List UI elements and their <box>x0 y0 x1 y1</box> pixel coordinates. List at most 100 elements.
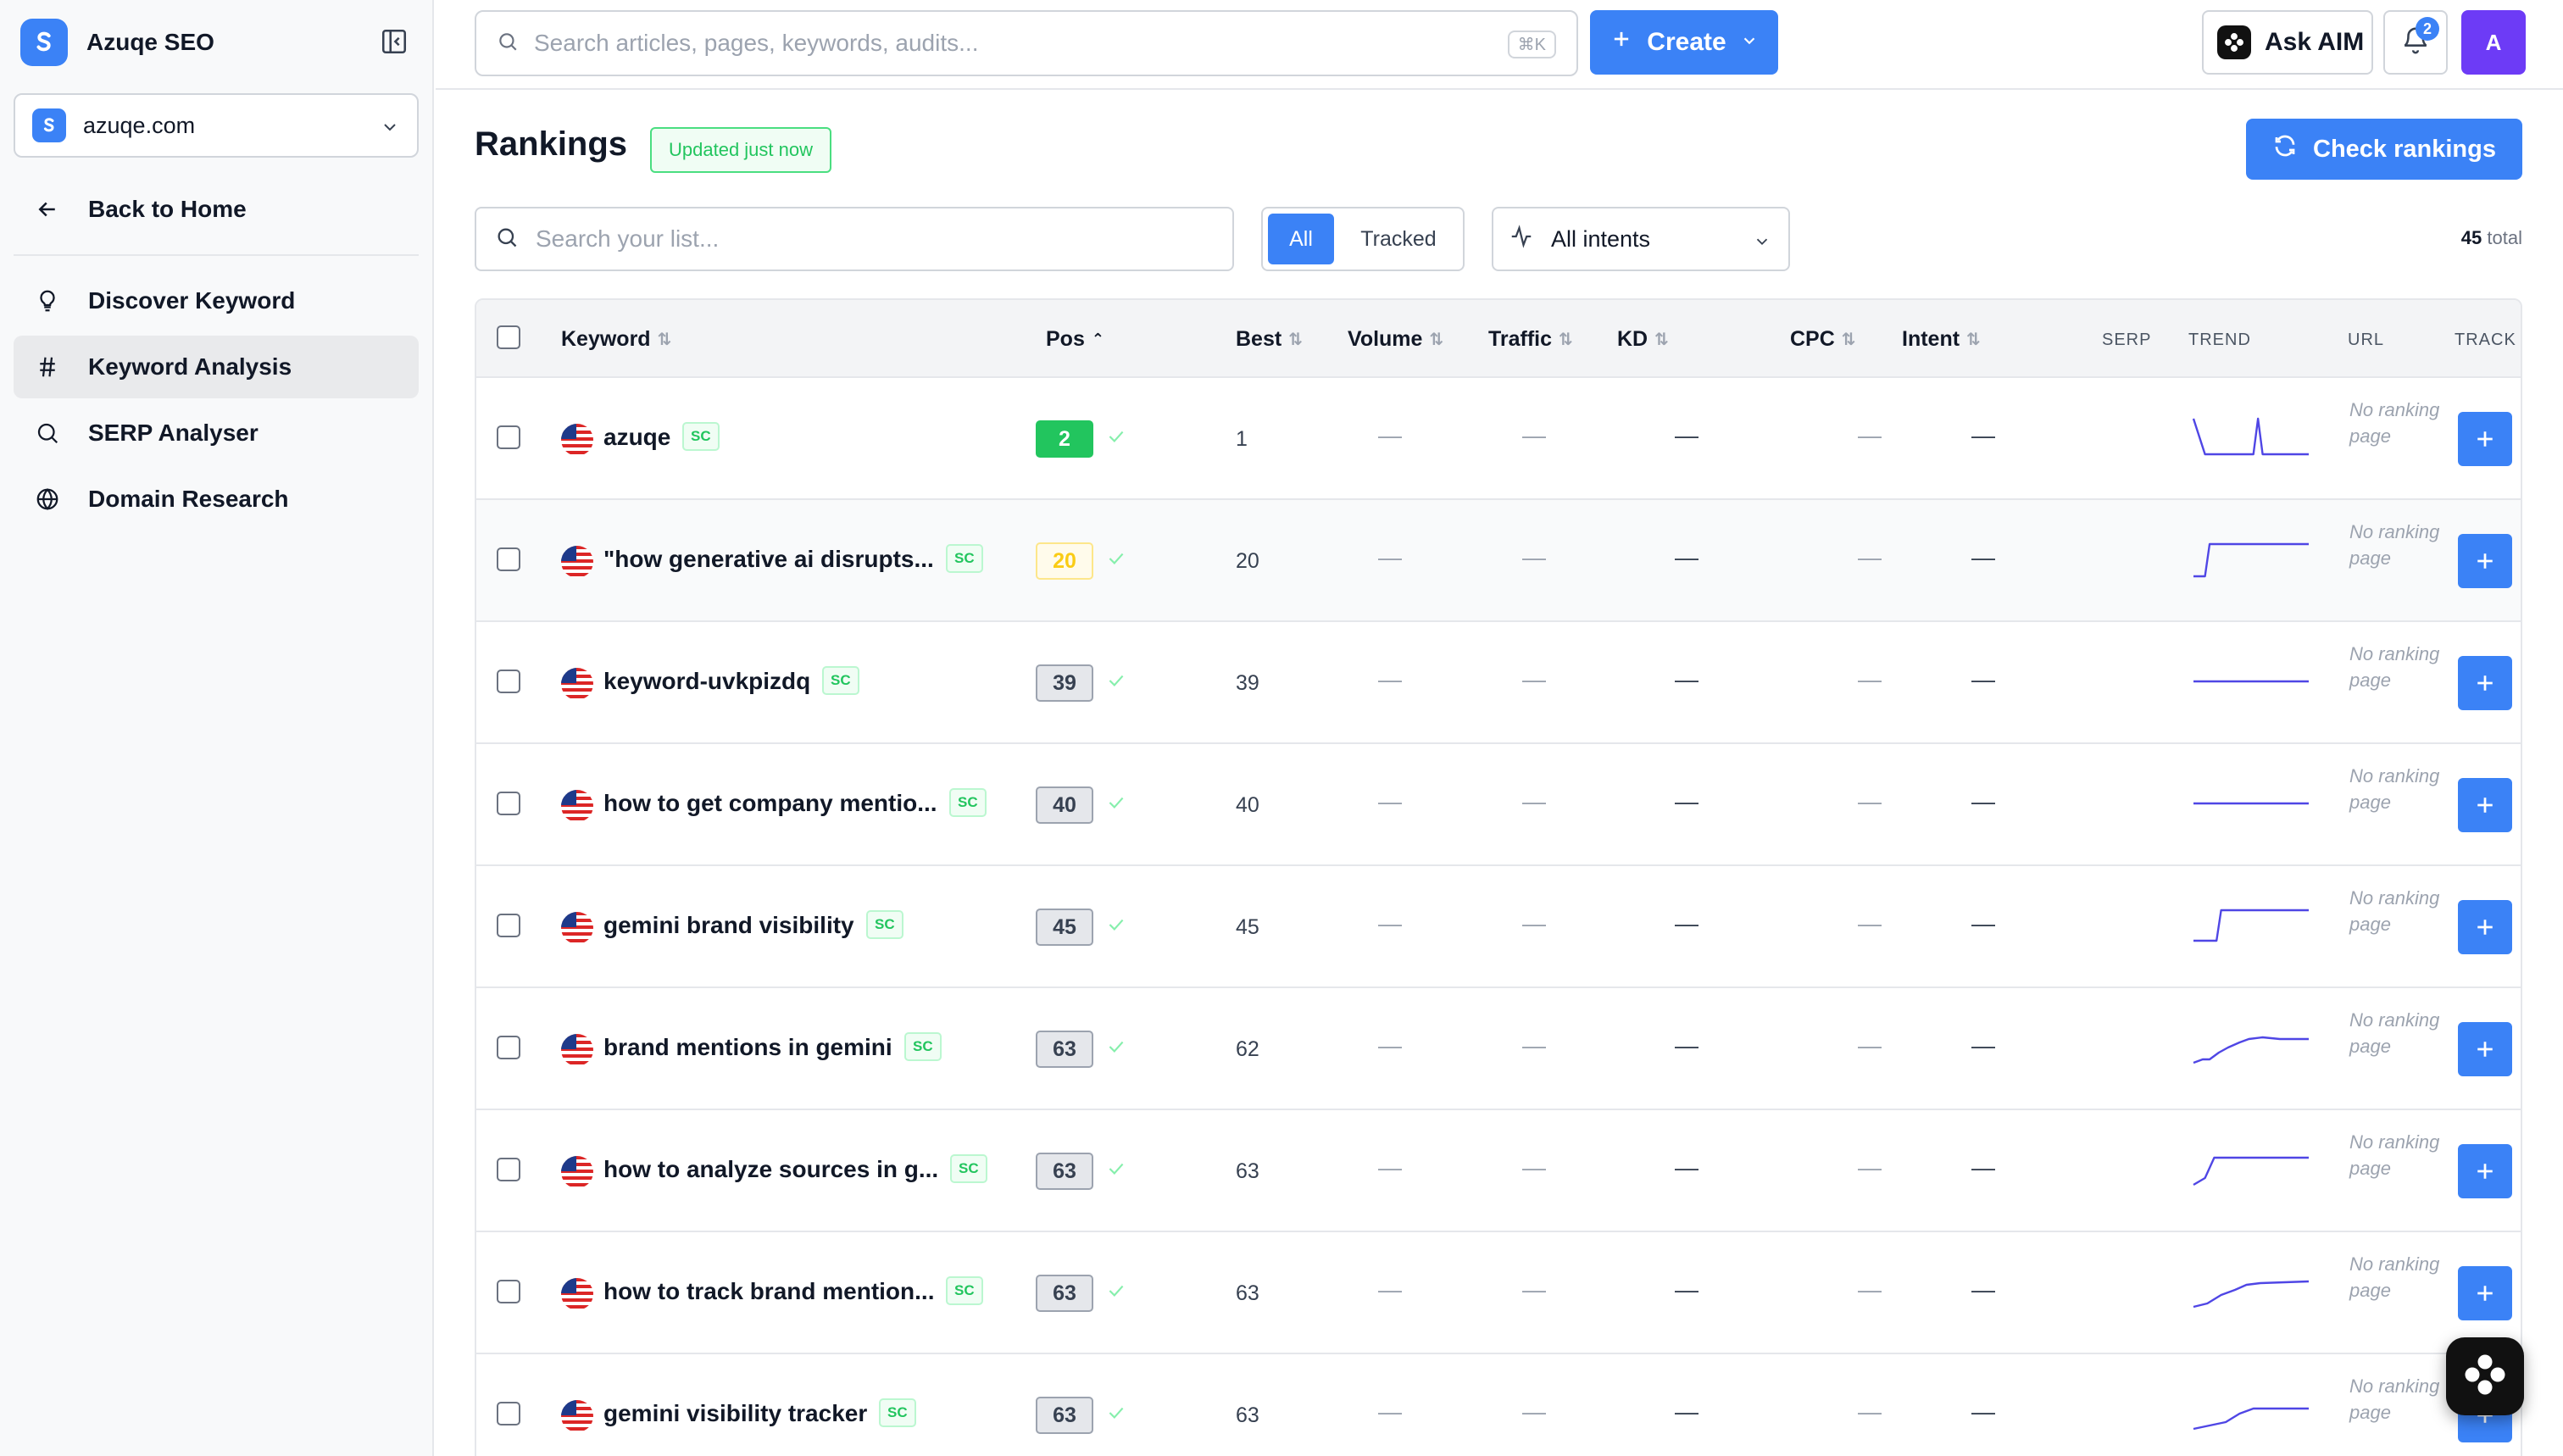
position-badge: 63 <box>1036 1031 1093 1068</box>
list-search-input[interactable] <box>536 225 1197 253</box>
track-keyword-button[interactable] <box>2458 656 2512 710</box>
cpc-value: — <box>1858 1276 1882 1303</box>
kd-value: — <box>1675 1398 1698 1425</box>
keyword-text[interactable]: gemini brand visibility <box>603 912 854 939</box>
track-keyword-button[interactable] <box>2458 1144 2512 1198</box>
filter-tracked-tab[interactable]: Tracked <box>1339 214 1458 264</box>
table-header: Keyword ⇅ Pos ⌃ Best ⇅ Volume ⇅ Traffic ⇅ KD ⇅… <box>476 300 2521 378</box>
table-row[interactable]: gemini visibility tracker SC 63 63 — — — — — No r… <box>476 1354 2521 1456</box>
list-search[interactable] <box>475 207 1234 271</box>
intent-value: — <box>1971 666 1995 692</box>
table-row[interactable]: how to analyze sources in g... SC 63 63 — — — —… <box>476 1110 2521 1232</box>
best-position: 62 <box>1236 1037 1259 1061</box>
row-checkbox[interactable] <box>497 1036 520 1059</box>
total-count-value: 45 <box>2460 227 2482 248</box>
sidebar-item-discover-keyword[interactable]: Discover Keyword <box>14 270 419 332</box>
chevron-down-icon <box>1753 231 1771 257</box>
row-checkbox[interactable] <box>497 914 520 937</box>
check-rankings-button[interactable]: Check rankings <box>2246 119 2522 180</box>
track-keyword-button[interactable] <box>2458 534 2512 588</box>
keyword-text[interactable]: keyword-uvkpizdq <box>603 668 810 695</box>
column-keyword[interactable]: Keyword ⇅ <box>561 327 671 352</box>
column-label: Keyword <box>561 327 651 351</box>
cpc-value: — <box>1858 788 1882 814</box>
table-row[interactable]: how to track brand mention... SC 63 63 — — — — —… <box>476 1232 2521 1354</box>
volume-value: — <box>1378 666 1402 692</box>
column-kd[interactable]: KD ⇅ <box>1617 327 1669 352</box>
table-row[interactable]: gemini brand visibility SC 45 45 — — — — — No ran… <box>476 866 2521 988</box>
us-flag-icon <box>561 1156 593 1188</box>
column-best[interactable]: Best ⇅ <box>1236 327 1303 352</box>
keyword-text[interactable]: how to get company mentio... <box>603 790 937 817</box>
track-keyword-button[interactable] <box>2458 1022 2512 1076</box>
url-empty-text: No ranking page <box>2349 765 2440 813</box>
intent-value: — <box>1971 910 1995 936</box>
site-selector[interactable]: azuqe.com <box>14 93 419 158</box>
select-all-checkbox[interactable] <box>497 325 520 349</box>
lightbulb-icon <box>32 286 63 316</box>
back-to-home-link[interactable]: Back to Home <box>14 178 419 241</box>
row-checkbox[interactable] <box>497 425 520 449</box>
sidebar-collapse-icon[interactable] <box>380 27 409 56</box>
sort-icon: ⇅ <box>1654 331 1669 349</box>
keyword-text[interactable]: how to analyze sources in g... <box>603 1156 938 1183</box>
best-position: 20 <box>1236 549 1259 573</box>
track-keyword-button[interactable] <box>2458 412 2512 466</box>
intent-select[interactable]: All intents <box>1492 207 1790 271</box>
notifications-button[interactable]: 2 <box>2383 10 2448 75</box>
row-checkbox[interactable] <box>497 547 520 571</box>
trend-sparkline <box>2193 802 2309 805</box>
row-checkbox[interactable] <box>497 1402 520 1425</box>
column-traffic[interactable]: Traffic ⇅ <box>1488 327 1573 352</box>
source-badge: SC <box>946 1276 983 1305</box>
position-badge: 63 <box>1036 1275 1093 1312</box>
activity-icon <box>1509 224 1534 255</box>
keyword-text[interactable]: gemini visibility tracker <box>603 1400 867 1427</box>
global-search[interactable]: ⌘K <box>475 10 1578 76</box>
row-checkbox[interactable] <box>497 1280 520 1303</box>
us-flag-icon <box>561 546 593 578</box>
column-intent[interactable]: Intent ⇅ <box>1902 327 1981 352</box>
global-search-input[interactable] <box>534 30 1424 57</box>
volume-value: — <box>1378 910 1402 936</box>
intent-value: — <box>1971 1398 1995 1425</box>
sidebar-item-keyword-analysis[interactable]: Keyword Analysis <box>14 336 419 398</box>
cpc-value: — <box>1858 544 1882 570</box>
intent-select-value: All intents <box>1551 225 1651 252</box>
table-row[interactable]: azuqe SC 2 1 — — — — — No ranking page <box>476 378 2521 500</box>
table-row[interactable]: brand mentions in gemini SC 63 62 — — — — — No ra… <box>476 988 2521 1110</box>
sidebar-item-domain-research[interactable]: Domain Research <box>14 468 419 531</box>
ask-aim-button[interactable]: Ask AIM <box>2202 10 2373 75</box>
column-volume[interactable]: Volume ⇅ <box>1348 327 1443 352</box>
row-checkbox[interactable] <box>497 670 520 693</box>
traffic-value: — <box>1522 666 1546 692</box>
filter-all-tab[interactable]: All <box>1268 214 1334 264</box>
brand[interactable]: Azuqe SEO <box>20 17 214 68</box>
create-button[interactable]: Create <box>1590 10 1778 75</box>
filter-segmented-control: All Tracked <box>1261 207 1465 271</box>
track-keyword-button[interactable] <box>2458 778 2512 832</box>
url-empty-text: No ranking page <box>2349 1375 2440 1423</box>
track-keyword-button[interactable] <box>2458 900 2512 954</box>
back-to-home-label: Back to Home <box>88 196 247 222</box>
sidebar-item-serp-analyser[interactable]: SERP Analyser <box>14 402 419 464</box>
aim-assistant-button[interactable] <box>2446 1337 2524 1415</box>
table-row[interactable]: keyword-uvkpizdq SC 39 39 — — — — — No ranking pa… <box>476 622 2521 744</box>
table-row[interactable]: "how generative ai disrupts... SC 20 20 — — — —… <box>476 500 2521 622</box>
best-position: 63 <box>1236 1281 1259 1305</box>
avatar[interactable]: A <box>2461 10 2526 75</box>
keyword-text[interactable]: brand mentions in gemini <box>603 1034 892 1061</box>
kd-value: — <box>1675 1032 1698 1059</box>
keyword-text[interactable]: azuqe <box>603 424 670 451</box>
track-keyword-button[interactable] <box>2458 1266 2512 1320</box>
row-checkbox[interactable] <box>497 792 520 815</box>
traffic-value: — <box>1522 910 1546 936</box>
url-empty-text: No ranking page <box>2349 643 2440 691</box>
table-row[interactable]: how to get company mentio... SC 40 40 — — — — — N… <box>476 744 2521 866</box>
keyword-text[interactable]: "how generative ai disrupts... <box>603 546 934 573</box>
column-label: Intent <box>1902 327 1960 351</box>
keyword-text[interactable]: how to track brand mention... <box>603 1278 934 1305</box>
column-cpc[interactable]: CPC ⇅ <box>1790 327 1856 352</box>
row-checkbox[interactable] <box>497 1158 520 1181</box>
column-pos[interactable]: Pos ⌃ <box>1046 327 1104 352</box>
